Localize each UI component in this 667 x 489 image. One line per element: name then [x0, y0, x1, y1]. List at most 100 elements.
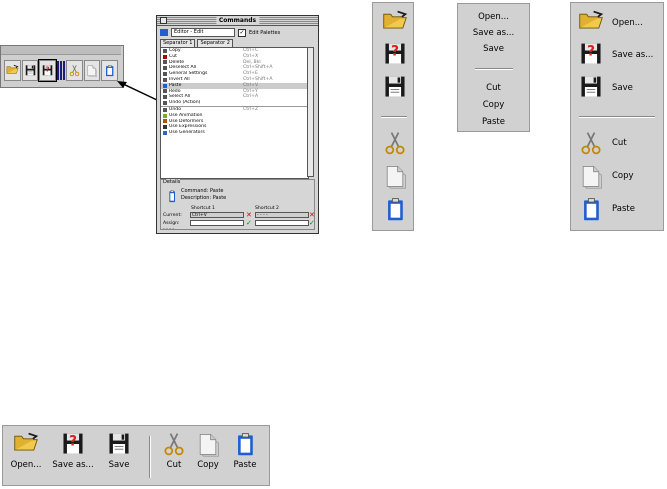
shortcut2-label: Shortcut 2: [255, 206, 279, 211]
assign-shortcut2-field[interactable]: [255, 220, 309, 226]
paste-menu-item[interactable]: Paste: [458, 117, 529, 127]
save-as-icon[interactable]: [578, 41, 604, 67]
details-group: Details Command: Paste Description: Past…: [160, 179, 315, 232]
command-icon: [163, 119, 167, 124]
command-shortcut: Ctrl+A: [243, 94, 259, 100]
command-icon: [163, 66, 167, 71]
paste-tool[interactable]: Paste: [228, 431, 262, 470]
command-icon: [163, 125, 167, 130]
command-icon: [163, 95, 167, 100]
assign-shortcut1-field[interactable]: [190, 220, 244, 226]
shortcut1-label: Shortcut 1: [191, 206, 215, 211]
paste-icon[interactable]: [232, 431, 258, 457]
labeled-palette-vertical: Open... Save as... Save Cut Copy Paste: [570, 2, 664, 231]
save-icon[interactable]: [578, 74, 604, 100]
commands-list: Copy Ctrl+C Cut Ctrl+X Delete Del, Bkl Deselec…: [160, 47, 309, 179]
command-icon: [163, 77, 167, 82]
command-icon: [163, 113, 167, 118]
details-footer: - - - -: [163, 227, 175, 232]
description-value: Paste: [212, 195, 227, 201]
copy-icon[interactable]: [578, 162, 604, 190]
save-as-icon[interactable]: [382, 41, 408, 67]
save-label[interactable]: Save: [612, 83, 633, 93]
open-folder-icon[interactable]: [578, 9, 604, 35]
commands-window: Commands Editor - Edit ✓ Edit Palettes S…: [156, 15, 319, 234]
command-row[interactable]: Undo (Action): [161, 100, 308, 107]
save-icon[interactable]: [106, 431, 132, 457]
edit-palettes-checkbox[interactable]: ✓: [238, 28, 246, 37]
open-label[interactable]: Open...: [612, 18, 643, 28]
labeled-palette-horizontal: Open... Save as... Save Cut Copy Paste: [2, 425, 270, 486]
command-shortcut: Ctrl+Z: [243, 106, 259, 112]
open-menu-item[interactable]: Open...: [458, 12, 529, 22]
command-name: Undo (Action): [169, 100, 201, 106]
copy-label[interactable]: Copy: [192, 460, 224, 470]
command-icon: [163, 54, 167, 59]
cut-tool[interactable]: Cut: [159, 431, 189, 470]
paste-label[interactable]: Paste: [612, 204, 635, 214]
open-tool[interactable]: Open...: [7, 431, 45, 470]
save-as-tool[interactable]: Save as...: [49, 431, 97, 470]
cut-icon[interactable]: [578, 129, 604, 157]
command-icon: [163, 83, 167, 88]
current-shortcut2-field[interactable]: - - - -: [255, 212, 309, 218]
description-label: Description:: [181, 195, 212, 201]
save-as-menu-item[interactable]: Save as...: [458, 28, 529, 38]
commands-scrollbar[interactable]: [307, 47, 314, 177]
window-title-bar[interactable]: Commands: [157, 16, 318, 26]
cut-icon[interactable]: [382, 129, 408, 157]
close-box[interactable]: [160, 17, 167, 24]
confirm-shortcut1-icon[interactable]: ✓: [246, 220, 252, 227]
assign-label: Assign:: [163, 221, 180, 226]
separator: [475, 68, 513, 70]
command-icon: [163, 101, 167, 106]
cut-label[interactable]: Cut: [612, 138, 627, 148]
edit-palettes-label: Edit Palettes: [249, 29, 281, 36]
icon-palette-vertical: [372, 2, 414, 231]
save-as-label[interactable]: Save as...: [612, 50, 653, 60]
clear-shortcut2-icon[interactable]: ✕: [309, 212, 315, 219]
separator: [579, 116, 655, 118]
clear-shortcut1-icon[interactable]: ✕: [246, 212, 252, 219]
separator: [149, 436, 151, 478]
command-row: Command: Paste: [181, 188, 223, 194]
cut-menu-item[interactable]: Cut: [458, 83, 529, 93]
command-row[interactable]: Use Generators: [161, 130, 308, 136]
confirm-shortcut2-icon[interactable]: ✓: [309, 220, 315, 227]
cut-label[interactable]: Cut: [159, 460, 189, 470]
context-icon: [160, 29, 168, 36]
copy-tool[interactable]: Copy: [192, 431, 224, 470]
current-label: Current:: [163, 213, 182, 218]
command-value: Paste: [209, 188, 224, 194]
command-name: Use Generators: [169, 130, 205, 136]
save-tool[interactable]: Save: [103, 431, 135, 470]
command-icon: [163, 107, 167, 112]
paste-label[interactable]: Paste: [228, 460, 262, 470]
save-icon[interactable]: [382, 74, 408, 100]
cut-icon[interactable]: [161, 431, 187, 457]
paste-icon[interactable]: [382, 195, 408, 223]
text-palette: Open... Save as... Save Cut Copy Paste: [457, 3, 530, 132]
callout-arrow: [117, 81, 158, 101]
description-row: Description: Paste: [181, 195, 226, 201]
open-folder-icon[interactable]: [13, 431, 39, 457]
copy-menu-item[interactable]: Copy: [458, 100, 529, 110]
command-label: Command:: [181, 188, 209, 194]
copy-label[interactable]: Copy: [612, 171, 634, 181]
details-title: Details: [163, 179, 181, 185]
copy-icon[interactable]: [382, 162, 408, 190]
context-select[interactable]: Editor - Edit: [171, 28, 235, 37]
copy-icon[interactable]: [195, 431, 221, 457]
open-folder-icon[interactable]: [382, 9, 408, 35]
separator: [381, 116, 407, 118]
save-label[interactable]: Save: [103, 460, 135, 470]
save-as-label[interactable]: Save as...: [49, 460, 97, 470]
window-title: Commands: [215, 16, 260, 25]
paste-icon: [167, 189, 177, 203]
save-menu-item[interactable]: Save: [458, 44, 529, 54]
command-icon: [163, 48, 167, 53]
open-label[interactable]: Open...: [7, 460, 45, 470]
current-shortcut1-field[interactable]: Ctrl+V: [190, 212, 244, 218]
save-as-icon[interactable]: [60, 431, 86, 457]
paste-icon[interactable]: [578, 195, 604, 223]
